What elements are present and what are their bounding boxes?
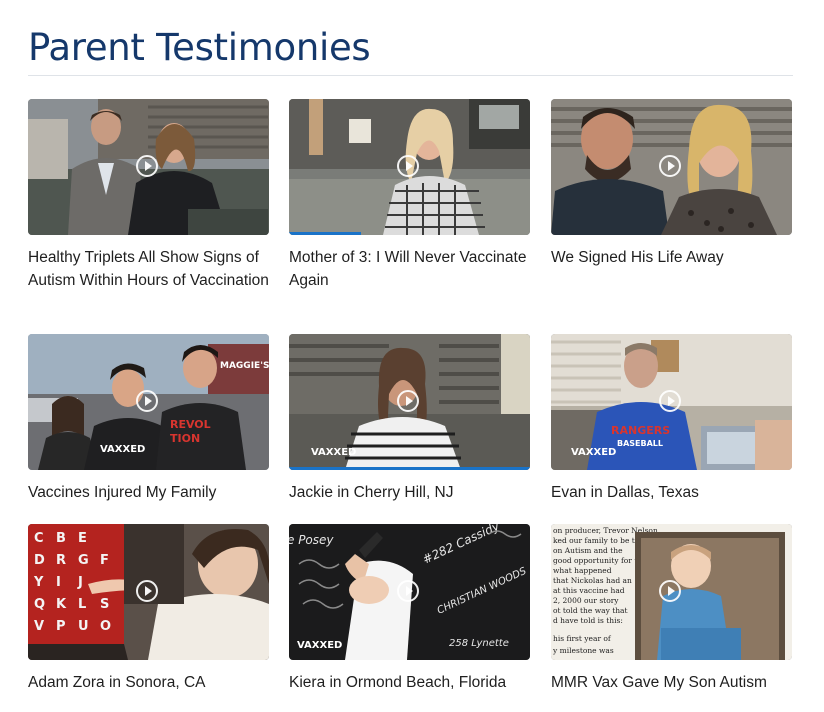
thumb-letter: V — [34, 619, 44, 634]
video-card-7[interactable]: C B E D R G F Y I J Q K L S V P U O Adam… — [28, 524, 269, 695]
card-title[interactable]: Evan in Dallas, Texas — [551, 482, 792, 505]
thumb-print-line: ot told the way that — [553, 606, 628, 615]
thumb-letter: B — [56, 531, 66, 546]
card-title[interactable]: Mother of 3: I Will Never Vaccinate Agai… — [289, 247, 530, 292]
page-title: Parent Testimonies — [28, 26, 371, 69]
card-title[interactable]: Healthy Triplets All Show Signs of Autis… — [28, 247, 269, 292]
play-icon[interactable] — [659, 155, 681, 177]
video-thumbnail[interactable]: e Posey #282 Cassidy CHRISTIAN WOODS 258… — [289, 524, 530, 660]
thumb-letter: P — [56, 619, 66, 634]
video-thumbnail[interactable]: on producer, Trevor Nelson, ked our fami… — [551, 524, 792, 660]
thumb-letter: Y — [33, 575, 44, 590]
thumb-letter: D — [34, 553, 45, 568]
thumb-letter: R — [56, 553, 66, 568]
thumb-print-line: good opportunity for us — [553, 556, 643, 565]
title-divider — [28, 75, 793, 76]
thumb-letter: Q — [34, 597, 45, 612]
video-card-3[interactable]: We Signed His Life Away — [551, 99, 792, 270]
thumb-print-line: 2, 2000 our story — [553, 596, 619, 605]
thumb-letter: O — [100, 619, 111, 634]
thumb-print-line: on Autism and the — [553, 546, 623, 555]
video-card-2[interactable]: Mother of 3: I Will Never Vaccinate Agai… — [289, 99, 530, 292]
card-title[interactable]: Adam Zora in Sonora, CA — [28, 672, 269, 695]
thumb-wall-text: e Posey — [289, 533, 334, 547]
thumb-letter: F — [100, 553, 109, 568]
thumb-shirt-text: REVOL — [170, 418, 211, 431]
video-card-5[interactable]: VAXXED Jackie in Cherry Hill, NJ — [289, 334, 530, 505]
thumb-letter: I — [56, 575, 61, 590]
video-thumbnail[interactable]: RANGERS BASEBALL VAXXED — [551, 334, 792, 470]
thumb-letter: J — [77, 575, 83, 590]
video-thumbnail[interactable] — [28, 99, 269, 235]
thumb-print-line: ked our family to be the — [553, 536, 645, 545]
thumb-shirt-text: RANGERS — [611, 424, 670, 437]
card-title[interactable]: MMR Vax Gave My Son Autism — [551, 672, 792, 695]
thumb-letter: U — [78, 619, 89, 634]
card-title[interactable]: Jackie in Cherry Hill, NJ — [289, 482, 530, 505]
play-icon[interactable] — [397, 155, 419, 177]
video-thumbnail[interactable]: VAXXED — [289, 334, 530, 470]
video-card-9[interactable]: on producer, Trevor Nelson, ked our fami… — [551, 524, 792, 695]
video-thumbnail[interactable] — [289, 99, 530, 235]
play-icon[interactable] — [136, 580, 158, 602]
watch-progress-bar — [289, 232, 362, 235]
thumb-shirt-text: TION — [170, 432, 200, 445]
thumb-letter: E — [78, 531, 87, 546]
play-icon[interactable] — [659, 580, 681, 602]
thumb-watermark: VAXXED — [297, 640, 342, 651]
thumb-shirt-text: VAXXED — [100, 444, 145, 455]
play-icon[interactable] — [659, 390, 681, 412]
thumb-print-line: d have told is this: — [553, 616, 623, 625]
thumb-print-line: what happened — [553, 566, 612, 575]
thumb-print-line: at this vaccine had — [553, 586, 625, 595]
thumb-print-line: y milestone was — [552, 646, 614, 655]
play-icon[interactable] — [397, 390, 419, 412]
thumb-letter: S — [100, 597, 109, 612]
play-icon[interactable] — [136, 155, 158, 177]
play-icon[interactable] — [397, 580, 419, 602]
card-title[interactable]: Kiera in Ormond Beach, Florida — [289, 672, 530, 695]
thumb-letter: C — [34, 531, 44, 546]
card-title[interactable]: Vaccines Injured My Family — [28, 482, 269, 505]
play-icon[interactable] — [136, 390, 158, 412]
thumb-print-line: that Nickolas had an — [553, 576, 632, 585]
thumb-sign-text: MAGGIE'S — [220, 361, 269, 371]
video-card-4[interactable]: MAGGIE'S VAXXED REVOL TION Vaccines Inju… — [28, 334, 269, 505]
thumb-wall-text: 258 Lynette — [449, 638, 509, 649]
video-card-1[interactable]: Healthy Triplets All Show Signs of Autis… — [28, 99, 269, 292]
card-title[interactable]: We Signed His Life Away — [551, 247, 792, 270]
thumb-letter: K — [56, 597, 67, 612]
thumb-letter: G — [78, 553, 89, 568]
video-thumbnail[interactable] — [551, 99, 792, 235]
video-card-8[interactable]: e Posey #282 Cassidy CHRISTIAN WOODS 258… — [289, 524, 530, 695]
video-card-6[interactable]: RANGERS BASEBALL VAXXED Evan in Dallas, … — [551, 334, 792, 505]
thumb-watermark: VAXXED — [571, 447, 616, 458]
video-thumbnail[interactable]: MAGGIE'S VAXXED REVOL TION — [28, 334, 269, 470]
thumb-shirt-text: BASEBALL — [617, 439, 663, 448]
video-thumbnail[interactable]: C B E D R G F Y I J Q K L S V P U O — [28, 524, 269, 660]
thumb-watermark: VAXXED — [311, 447, 356, 458]
watch-progress-bar — [289, 467, 530, 470]
thumb-letter: L — [78, 597, 86, 612]
thumb-print-line: his first year of — [553, 634, 612, 643]
